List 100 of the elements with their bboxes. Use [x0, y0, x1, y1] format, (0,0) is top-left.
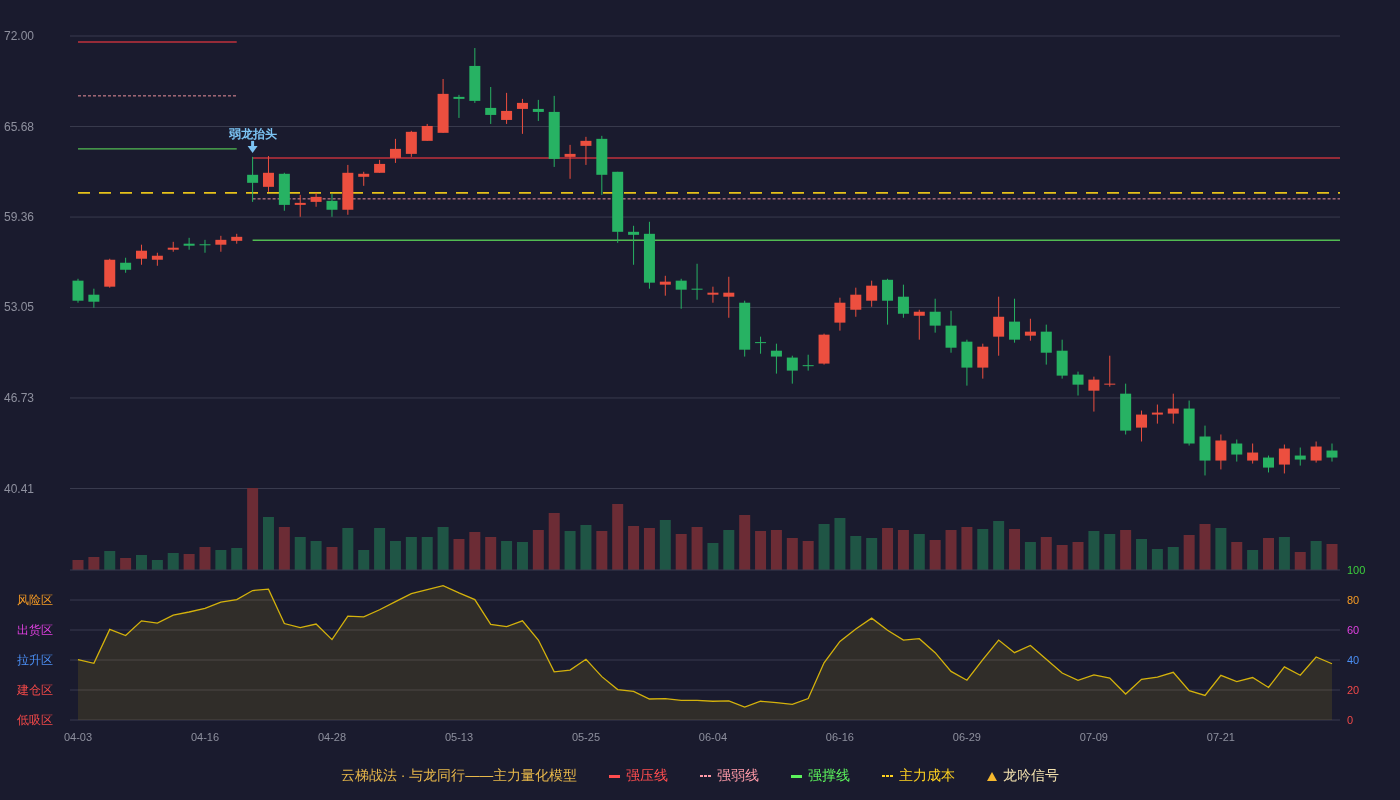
- candle: [516, 98, 528, 135]
- date-axis-label: 05-13: [444, 731, 474, 743]
- legend-label: 龙吟信号: [1003, 767, 1060, 785]
- candle: [1009, 298, 1021, 344]
- legend-label: 强撑线: [808, 767, 851, 785]
- candle: [1326, 443, 1338, 463]
- candle: [151, 252, 163, 267]
- indicator-axis-label: 80: [1347, 594, 1360, 606]
- price-axis-label: 72.00: [4, 29, 35, 43]
- legend-title: 云梯战法 · 与龙同行——主力量化模型: [340, 767, 578, 785]
- candle: [786, 355, 798, 385]
- legend-label: 强弱线: [717, 767, 760, 785]
- zone-label: 出货区: [17, 623, 53, 637]
- indicator-axis-label: 100: [1347, 564, 1366, 576]
- candle: [596, 135, 608, 196]
- date-axis-label: 06-29: [952, 731, 981, 743]
- candle: [1199, 425, 1211, 476]
- candle: [1136, 410, 1147, 442]
- candle: [199, 239, 211, 254]
- candle: [532, 99, 544, 122]
- price-axis-label: 59.36: [4, 210, 35, 225]
- price-axis-label: 53.05: [4, 300, 35, 315]
- candle: [675, 278, 687, 310]
- candle: [834, 297, 846, 332]
- candle: [310, 192, 322, 208]
- candle: [897, 284, 909, 319]
- candle: [342, 164, 354, 216]
- candle: [1120, 383, 1132, 435]
- date-axis-label: 05-25: [571, 731, 600, 743]
- candle: [1183, 400, 1195, 447]
- candle: [1167, 393, 1179, 425]
- candle: [961, 339, 973, 387]
- candle: [1294, 447, 1306, 467]
- candle: [247, 156, 259, 203]
- candle: [1278, 444, 1290, 474]
- price-axis-label: 40.41: [4, 481, 35, 496]
- down-arrow-icon: [247, 140, 258, 153]
- price-axis-label: 46.73: [4, 390, 35, 405]
- candle: [564, 144, 576, 180]
- candle: [485, 86, 497, 125]
- annotation-label: 弱龙抬头: [228, 126, 277, 141]
- candle: [755, 336, 767, 355]
- candle: [358, 171, 370, 187]
- candle: [882, 278, 894, 326]
- indicator-axis-label: 60: [1347, 624, 1360, 636]
- candle: [770, 343, 782, 375]
- candle: [215, 235, 227, 253]
- candle: [913, 309, 925, 341]
- candle: [1056, 339, 1068, 380]
- candle: [104, 258, 116, 289]
- candle: [1040, 324, 1052, 366]
- candle: [1104, 355, 1116, 388]
- legend-label: 强压线: [626, 767, 669, 785]
- price-axis-label: 65.68: [4, 119, 35, 134]
- date-axis-label: 04-28: [317, 731, 347, 743]
- candle: [1024, 318, 1036, 342]
- zone-label: 风险区: [17, 593, 53, 607]
- candle: [501, 92, 513, 125]
- candle: [136, 244, 147, 266]
- candle: [374, 159, 386, 174]
- candle: [945, 310, 957, 354]
- candle: [469, 47, 481, 104]
- candle: [866, 280, 878, 308]
- date-axis-label: 06-16: [825, 731, 854, 743]
- candle: [231, 233, 243, 245]
- candle: [1310, 441, 1322, 464]
- candle: [437, 78, 449, 134]
- candle: [326, 193, 338, 218]
- zone-label: 低吸区: [17, 713, 53, 727]
- candle: [263, 155, 274, 193]
- candle: [643, 221, 655, 290]
- candle: [1072, 371, 1084, 397]
- candle: [1247, 443, 1259, 465]
- candle: [818, 333, 830, 366]
- candle: [628, 225, 640, 266]
- candle: [389, 138, 401, 164]
- date-axis-label: 04-16: [190, 731, 220, 743]
- zone-label: 建仓区: [17, 683, 53, 697]
- candle: [405, 130, 417, 158]
- candle: [421, 123, 433, 142]
- indicator-axis-label: 20: [1347, 684, 1360, 696]
- candle: [72, 278, 84, 304]
- candle: [659, 275, 671, 297]
- candle: [1151, 404, 1163, 425]
- date-axis-label: 07-09: [1079, 731, 1108, 743]
- candle: [1263, 455, 1274, 473]
- candle: [691, 263, 703, 301]
- candle: [120, 257, 132, 274]
- zone-label: 拉升区: [17, 653, 53, 667]
- candle: [977, 343, 989, 380]
- candle: [993, 296, 1005, 357]
- candle: [453, 94, 465, 119]
- candle: [88, 288, 100, 309]
- candle: [294, 194, 306, 218]
- candle: [580, 136, 592, 166]
- legend-label: 主力成本: [899, 767, 956, 785]
- date-axis-label: 07-21: [1206, 731, 1235, 743]
- indicator-axis-label: 0: [1347, 714, 1354, 726]
- candle: [739, 300, 751, 358]
- candle: [850, 287, 862, 318]
